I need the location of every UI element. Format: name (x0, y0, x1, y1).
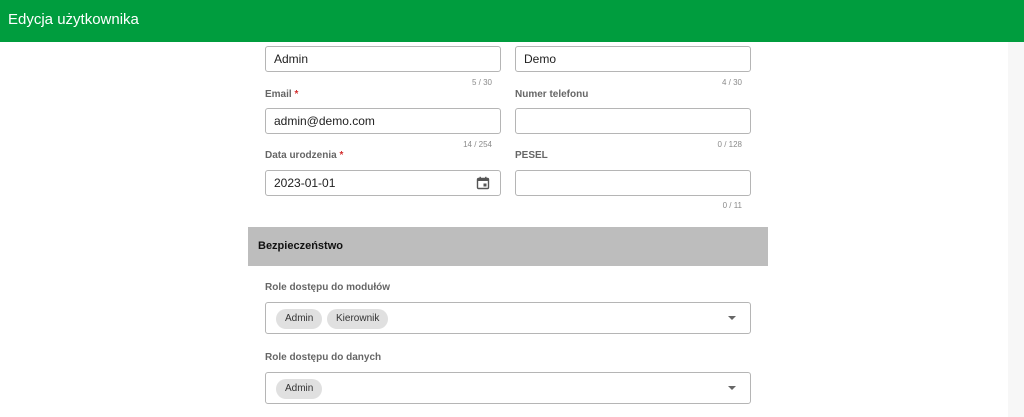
security-section-title: Bezpieczeństwo (258, 240, 343, 252)
module-role-chip-kierownik[interactable]: Kierownik (327, 309, 389, 329)
module-roles-label: Role dostępu do modułów (265, 282, 390, 293)
first-name-value: Admin (274, 52, 309, 66)
email-counter: 14 / 254 (463, 140, 492, 149)
calendar-icon[interactable] (476, 176, 490, 190)
phone-input[interactable] (515, 108, 751, 134)
phone-counter: 0 / 128 (717, 140, 742, 149)
scrollbar-track[interactable] (1008, 42, 1024, 417)
last-name-input[interactable]: Demo (515, 46, 751, 72)
pesel-input[interactable] (515, 170, 751, 196)
email-value: admin@demo.com (274, 114, 375, 128)
module-roles-select[interactable]: Admin Kierownik (265, 302, 751, 334)
data-roles-select[interactable]: Admin (265, 372, 751, 404)
page-title: Edycja użytkownika (8, 11, 139, 28)
birth-date-required-mark: * (339, 150, 344, 161)
email-required-mark: * (294, 89, 299, 100)
birth-date-label: Data urodzenia * (265, 150, 344, 161)
email-input[interactable]: admin@demo.com (265, 108, 501, 134)
email-label: Email * (265, 89, 299, 100)
phone-label: Numer telefonu (515, 89, 589, 100)
birth-date-value: 2023-01-01 (274, 176, 336, 190)
data-roles-label: Role dostępu do danych (265, 352, 382, 363)
first-name-counter: 5 / 30 (471, 78, 492, 87)
first-name-input[interactable]: Admin (265, 46, 501, 72)
pesel-counter: 0 / 11 (722, 201, 742, 210)
data-role-chip-admin[interactable]: Admin (276, 379, 323, 399)
pesel-label: PESEL (515, 150, 548, 161)
module-role-chip-admin[interactable]: Admin (276, 309, 323, 329)
top-app-bar: Edycja użytkownika (0, 0, 1024, 42)
chevron-down-icon[interactable] (728, 386, 736, 390)
chevron-down-icon[interactable] (728, 316, 736, 320)
last-name-counter: 4 / 30 (721, 78, 742, 87)
last-name-value: Demo (524, 52, 557, 66)
security-section-header: Bezpieczeństwo (248, 227, 768, 266)
birth-date-input[interactable]: 2023-01-01 (265, 170, 501, 196)
